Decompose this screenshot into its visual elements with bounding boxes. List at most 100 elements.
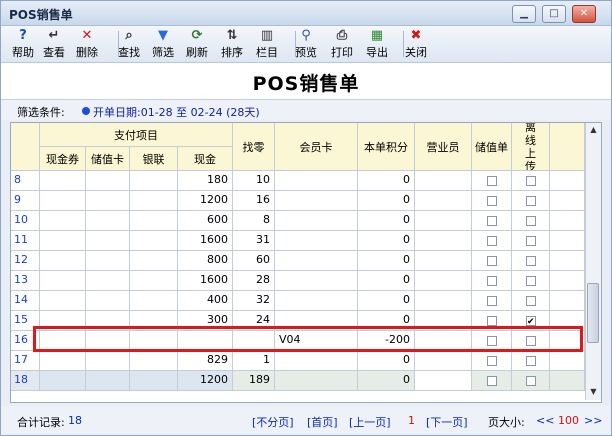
offline-upload-checkbox[interactable] [526, 196, 536, 206]
column-header-points[interactable]: 本单积分 [358, 123, 415, 171]
row-number[interactable]: 9 [11, 191, 40, 211]
stored-bill-checkbox[interactable] [487, 256, 497, 266]
member-card-cell[interactable] [275, 211, 358, 231]
table-cell[interactable] [512, 211, 550, 231]
toolbar-close-button[interactable]: ✖ 关闭 [402, 28, 430, 60]
table-cell[interactable] [472, 271, 512, 291]
table-cell[interactable] [86, 211, 130, 231]
points-cell[interactable]: 0 [358, 251, 415, 271]
scroll-up-icon[interactable]: ▲ [586, 123, 601, 137]
toolbar-columns-button[interactable]: ▥ 栏目 [253, 28, 281, 60]
table-cell[interactable] [130, 351, 178, 371]
table-cell[interactable] [415, 171, 472, 191]
table-cell[interactable] [550, 351, 585, 371]
member-card-cell[interactable] [275, 251, 358, 271]
window-close-button[interactable]: ✕ [572, 5, 596, 23]
toolbar-find-button[interactable]: ⌕ 查找 [115, 28, 143, 60]
points-cell[interactable]: 0 [358, 171, 415, 191]
table-cell[interactable] [86, 191, 130, 211]
change-cell[interactable]: 28 [233, 271, 275, 291]
no-paging-link[interactable]: [不分页] [252, 414, 294, 430]
row-number[interactable]: 17 [11, 351, 40, 371]
table-cell[interactable] [40, 251, 86, 271]
cash-cell[interactable]: 1200 [178, 371, 233, 391]
table-cell[interactable] [550, 171, 585, 191]
table-cell[interactable] [40, 231, 86, 251]
change-cell[interactable]: 189 [233, 371, 275, 391]
table-cell[interactable] [86, 351, 130, 371]
table-cell[interactable] [512, 351, 550, 371]
toolbar-refresh-button[interactable]: ⟳ 刷新 [183, 28, 211, 60]
points-cell[interactable]: 0 [358, 271, 415, 291]
column-header-union-pay[interactable]: 银联 [130, 147, 178, 171]
member-card-cell[interactable] [275, 371, 358, 391]
page-size-increase[interactable]: >> [584, 414, 602, 427]
cash-cell[interactable]: 829 [178, 351, 233, 371]
stored-bill-checkbox[interactable] [487, 376, 497, 386]
offline-upload-checkbox[interactable] [526, 216, 536, 226]
table-cell[interactable] [415, 351, 472, 371]
cash-cell[interactable]: 1600 [178, 271, 233, 291]
offline-upload-checkbox[interactable] [526, 276, 536, 286]
stored-bill-checkbox[interactable] [487, 276, 497, 286]
stored-bill-checkbox[interactable] [487, 216, 497, 226]
row-number[interactable]: 11 [11, 231, 40, 251]
table-cell[interactable] [415, 231, 472, 251]
offline-upload-checkbox[interactable] [526, 376, 536, 386]
toolbar-preview-button[interactable]: ⚲ 预览 [292, 28, 320, 60]
table-cell[interactable] [512, 371, 550, 391]
member-card-cell[interactable] [275, 271, 358, 291]
member-card-cell[interactable] [275, 191, 358, 211]
cash-cell[interactable]: 800 [178, 251, 233, 271]
table-cell[interactable] [415, 291, 472, 311]
change-cell[interactable]: 1 [233, 351, 275, 371]
table-cell[interactable] [472, 211, 512, 231]
table-cell[interactable] [550, 271, 585, 291]
maximize-button[interactable]: □ [542, 5, 566, 23]
column-header-blank[interactable] [550, 123, 585, 171]
table-cell[interactable] [40, 351, 86, 371]
table-cell[interactable] [550, 211, 585, 231]
vertical-scrollbar[interactable]: ▲ ▼ [585, 123, 601, 400]
table-cell[interactable] [86, 291, 130, 311]
scroll-thumb[interactable] [587, 283, 599, 343]
page-size-decrease[interactable]: << [536, 414, 554, 427]
stored-bill-checkbox[interactable] [487, 296, 497, 306]
member-card-cell[interactable] [275, 231, 358, 251]
table-cell[interactable] [512, 271, 550, 291]
column-header-stored-bill[interactable]: 储值单 [472, 123, 512, 171]
table-cell[interactable] [130, 171, 178, 191]
column-header-cash-coupon[interactable]: 现金券 [40, 147, 86, 171]
table-cell[interactable] [86, 171, 130, 191]
table-cell[interactable] [130, 251, 178, 271]
stored-bill-checkbox[interactable] [487, 356, 497, 366]
offline-upload-checkbox[interactable] [526, 314, 536, 330]
first-page-link[interactable]: [首页] [307, 414, 338, 430]
table-cell[interactable] [550, 291, 585, 311]
table-cell[interactable] [86, 231, 130, 251]
column-header-cash[interactable]: 现金 [178, 147, 233, 171]
table-cell[interactable] [86, 251, 130, 271]
offline-upload-checkbox[interactable] [526, 256, 536, 266]
table-cell[interactable] [472, 351, 512, 371]
cash-cell[interactable]: 400 [178, 291, 233, 311]
offline-upload-checkbox[interactable] [526, 176, 536, 186]
points-cell[interactable]: 0 [358, 351, 415, 371]
table-cell[interactable] [130, 291, 178, 311]
offline-upload-checkbox[interactable] [526, 236, 536, 246]
table-cell[interactable] [415, 251, 472, 271]
stored-bill-checkbox[interactable] [487, 176, 497, 186]
cash-cell[interactable]: 1200 [178, 191, 233, 211]
table-cell[interactable] [550, 251, 585, 271]
toolbar-help-button[interactable]: ? 帮助 [9, 28, 37, 60]
table-cell[interactable] [40, 271, 86, 291]
table-cell[interactable] [415, 211, 472, 231]
toolbar-sort-button[interactable]: ⇅ 排序 [218, 28, 246, 60]
member-card-cell[interactable] [275, 171, 358, 191]
column-header-salesperson[interactable]: 营业员 [415, 123, 472, 171]
table-cell[interactable] [512, 231, 550, 251]
cash-cell[interactable]: 600 [178, 211, 233, 231]
table-cell[interactable] [130, 211, 178, 231]
table-cell[interactable] [40, 171, 86, 191]
toolbar-export-button[interactable]: ▦ 导出 [363, 28, 391, 60]
